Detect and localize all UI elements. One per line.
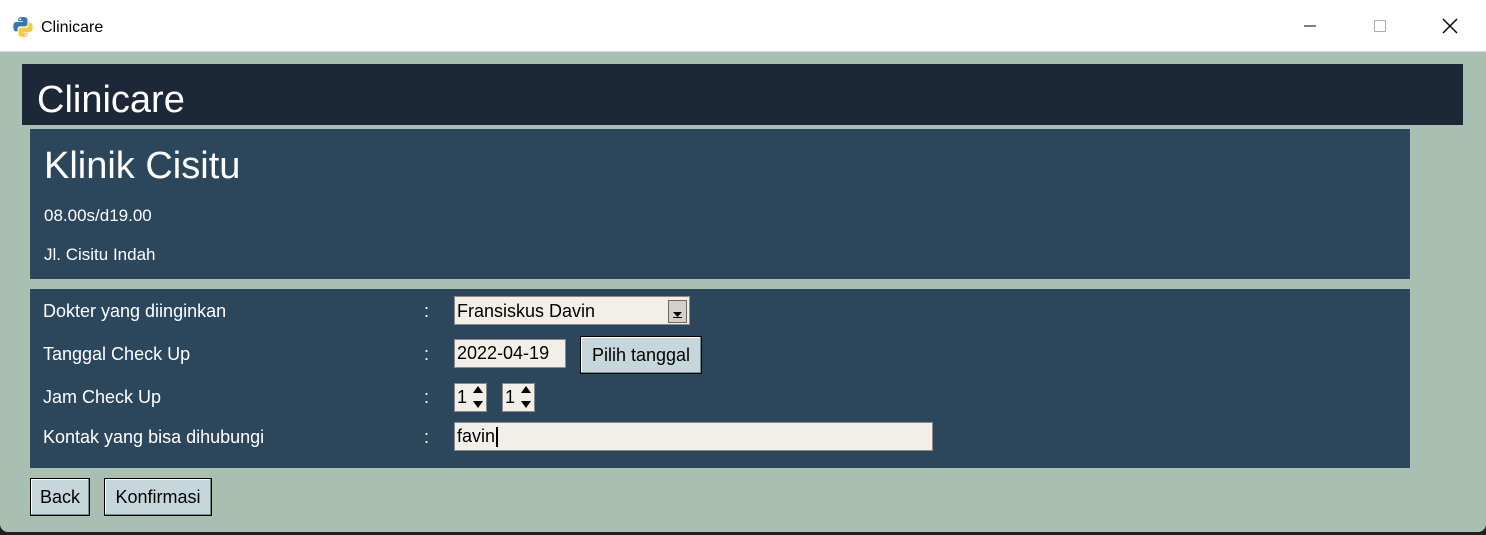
date-colon: :	[424, 344, 430, 364]
date-field[interactable]: 2022-04-19	[454, 339, 566, 368]
pick-date-button[interactable]: Pilih tanggal	[580, 336, 702, 374]
time-label: Jam Check Up	[43, 387, 162, 407]
clinic-info-panel: Klinik Cisitu 08.00s/d19.00 Jl. Cisitu I…	[30, 129, 1410, 279]
app-heading: Clinicare	[37, 79, 185, 121]
clinic-address: Jl. Cisitu Indah	[44, 245, 156, 264]
back-button[interactable]: Back	[30, 478, 90, 516]
doctor-select-value: Fransiskus Davin	[457, 301, 596, 321]
doctor-colon: :	[424, 301, 430, 321]
spin-arrows-icon[interactable]	[519, 385, 533, 410]
contact-input[interactable]: favin	[454, 422, 933, 451]
clinic-hours: 08.00s/d19.00	[44, 206, 152, 225]
maximize-icon	[1374, 20, 1386, 32]
minimize-button[interactable]	[1275, 0, 1345, 52]
window-title: Clinicare	[41, 19, 104, 36]
close-icon	[1442, 18, 1458, 34]
app-window: Clinicare Clinicare Klinik Cisitu 08.00s…	[0, 0, 1486, 532]
date-label: Tanggal Check Up	[43, 344, 191, 364]
hour-spinbox[interactable]: 1	[454, 383, 487, 412]
confirm-button[interactable]: Konfirmasi	[104, 478, 212, 516]
doctor-label: Dokter yang diinginkan	[43, 301, 227, 321]
contact-value: favin	[457, 426, 496, 446]
dropdown-arrow-icon[interactable]	[668, 300, 687, 323]
close-button[interactable]	[1415, 0, 1485, 52]
contact-label: Kontak yang bisa dihubungi	[43, 427, 265, 447]
minute-spinbox[interactable]: 1	[502, 383, 535, 412]
doctor-select[interactable]: Fransiskus Davin	[454, 296, 690, 325]
minimize-icon	[1304, 25, 1316, 27]
minute-value: 1	[505, 387, 516, 407]
title-bar[interactable]: Clinicare	[0, 0, 1486, 52]
booking-form: Dokter yang diinginkan : Fransiskus Davi…	[30, 289, 1410, 468]
time-colon: :	[424, 387, 430, 407]
text-cursor	[496, 427, 499, 448]
hour-value: 1	[457, 387, 468, 407]
clinic-name: Klinik Cisitu	[44, 145, 241, 187]
python-icon	[13, 17, 33, 37]
maximize-button[interactable]	[1345, 0, 1415, 52]
spin-arrows-icon[interactable]	[471, 385, 485, 410]
contact-colon: :	[424, 427, 430, 447]
app-header: Clinicare	[22, 64, 1463, 125]
